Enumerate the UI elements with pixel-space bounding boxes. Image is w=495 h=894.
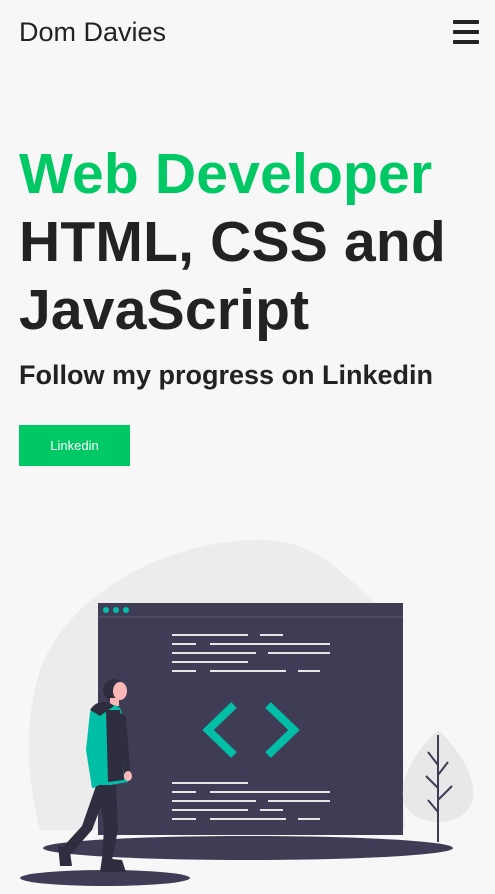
window-dot: [103, 607, 109, 613]
hero-headline: Web Developer HTML, CSS and JavaScript: [19, 140, 489, 344]
linkedin-button[interactable]: Linkedin: [19, 425, 130, 466]
menu-bar: [453, 30, 479, 34]
tree-illustration: [402, 730, 474, 842]
hero-subheading: Follow my progress on Linkedin: [19, 360, 434, 390]
hero-section: Web Developer HTML, CSS and JavaScript F…: [19, 140, 489, 392]
site-brand[interactable]: Dom Davies: [19, 17, 166, 48]
developer-coding-illustration: [0, 530, 495, 889]
window-dot: [113, 607, 119, 613]
headline-accent: Web Developer: [19, 142, 433, 206]
headline-rest: HTML, CSS and JavaScript: [19, 210, 446, 342]
menu-bar: [453, 40, 479, 44]
menu-bar: [453, 20, 479, 24]
browser-window: [98, 603, 403, 835]
window-dot: [123, 607, 129, 613]
hamburger-menu-icon[interactable]: [453, 20, 479, 44]
site-header: Dom Davies: [0, 0, 495, 70]
ground-shadow-person: [20, 870, 190, 886]
